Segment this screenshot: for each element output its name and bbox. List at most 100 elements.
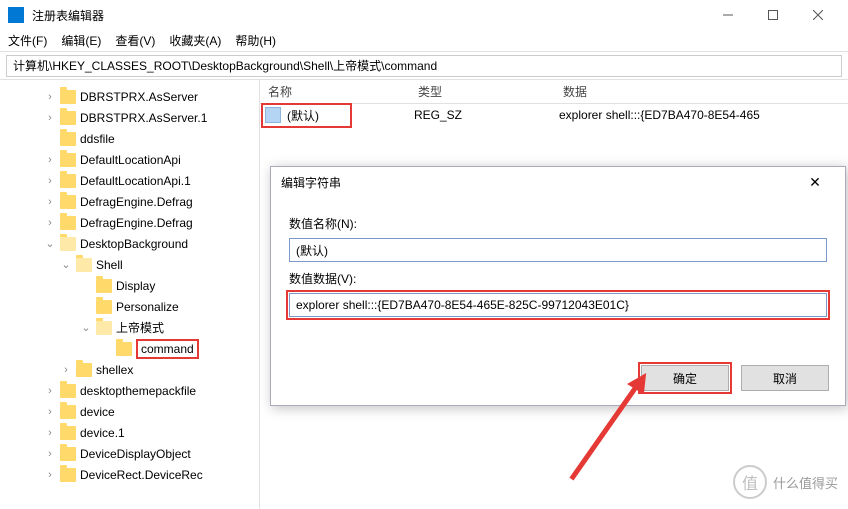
chevron-icon[interactable]: › bbox=[44, 196, 56, 208]
chevron-icon[interactable]: › bbox=[44, 406, 56, 418]
menu-file[interactable]: 文件(F) bbox=[8, 32, 47, 49]
value-type: REG_SZ bbox=[414, 108, 559, 122]
value-data: explorer shell:::{ED7BA470-8E54-465 bbox=[559, 108, 844, 122]
chevron-icon[interactable]: › bbox=[60, 364, 72, 376]
string-value-icon bbox=[265, 107, 281, 123]
watermark: 值 什么值得买 bbox=[733, 465, 838, 499]
folder-icon bbox=[60, 237, 76, 251]
chevron-icon[interactable]: › bbox=[44, 427, 56, 439]
menu-edit[interactable]: 编辑(E) bbox=[61, 32, 101, 49]
chevron-icon[interactable]: › bbox=[44, 154, 56, 166]
chevron-icon[interactable]: › bbox=[44, 448, 56, 460]
folder-icon bbox=[60, 132, 76, 146]
tree-item-label: DefaultLocationApi.1 bbox=[80, 174, 191, 188]
chevron-icon[interactable]: › bbox=[44, 217, 56, 229]
edit-string-dialog: 编辑字符串 ✕ 数值名称(N): 数值数据(V): 确定 取消 bbox=[270, 166, 846, 406]
tree-item-label: DefragEngine.Defrag bbox=[80, 216, 193, 230]
chevron-icon[interactable]: ⌄ bbox=[60, 258, 72, 271]
tree-item[interactable]: › DefragEngine.Defrag bbox=[0, 212, 259, 233]
tree-item-label: DefaultLocationApi bbox=[80, 153, 181, 167]
dialog-close-button[interactable]: ✕ bbox=[795, 174, 835, 191]
tree-item[interactable]: › DeviceRect.DeviceRec bbox=[0, 464, 259, 485]
folder-icon bbox=[60, 468, 76, 482]
value-name-input[interactable] bbox=[289, 238, 827, 262]
tree-item[interactable]: › DBRSTPRX.AsServer bbox=[0, 86, 259, 107]
tree-item[interactable]: ⌄ 上帝模式 bbox=[0, 317, 259, 338]
tree-item[interactable]: ›DefragEngine.Defrag bbox=[0, 191, 259, 212]
tree-item-label: Personalize bbox=[116, 300, 179, 314]
list-row[interactable]: (默认) REG_SZ explorer shell:::{ED7BA470-8… bbox=[260, 104, 848, 126]
watermark-icon: 值 bbox=[733, 465, 767, 499]
value-data-input[interactable] bbox=[289, 293, 827, 317]
tree-item-label: DeviceRect.DeviceRec bbox=[80, 468, 203, 482]
tree-item-label: DBRSTPRX.AsServer.1 bbox=[80, 111, 207, 125]
tree-item-label: device.1 bbox=[80, 426, 125, 440]
tree-item[interactable]: › device.1 bbox=[0, 422, 259, 443]
folder-icon bbox=[76, 258, 92, 272]
menu-help[interactable]: 帮助(H) bbox=[235, 32, 276, 49]
folder-icon bbox=[60, 447, 76, 461]
maximize-button[interactable] bbox=[750, 0, 795, 30]
col-header-name[interactable]: 名称 bbox=[260, 83, 410, 100]
app-icon bbox=[8, 7, 24, 23]
folder-icon bbox=[116, 342, 132, 356]
tree-item[interactable]: › DeviceDisplayObject bbox=[0, 443, 259, 464]
col-header-type[interactable]: 类型 bbox=[410, 83, 555, 100]
tree-item-label: command bbox=[136, 339, 199, 359]
folder-icon bbox=[60, 384, 76, 398]
folder-icon bbox=[60, 426, 76, 440]
tree-item[interactable]: › shellex bbox=[0, 359, 259, 380]
window-controls bbox=[705, 0, 840, 30]
chevron-icon[interactable]: › bbox=[44, 469, 56, 481]
menu-favorites[interactable]: 收藏夹(A) bbox=[169, 32, 221, 49]
tree-item[interactable]: › DefaultLocationApi bbox=[0, 149, 259, 170]
folder-icon bbox=[60, 216, 76, 230]
address-input[interactable] bbox=[6, 55, 842, 77]
tree-item[interactable]: › desktopthemepackfile bbox=[0, 380, 259, 401]
tree-item[interactable]: ›device bbox=[0, 401, 259, 422]
value-data-label: 数值数据(V): bbox=[289, 270, 827, 287]
tree-item[interactable]: command bbox=[0, 338, 259, 359]
chevron-icon[interactable]: › bbox=[44, 112, 56, 124]
folder-icon bbox=[76, 363, 92, 377]
tree-item-label: Display bbox=[116, 279, 155, 293]
tree-panel[interactable]: › DBRSTPRX.AsServer › DBRSTPRX.AsServer.1 dd… bbox=[0, 80, 260, 509]
chevron-icon[interactable]: › bbox=[44, 175, 56, 187]
minimize-button[interactable] bbox=[705, 0, 750, 30]
tree-item[interactable]: Personalize bbox=[0, 296, 259, 317]
chevron-icon[interactable]: ⌄ bbox=[80, 321, 92, 334]
tree-item-label: desktopthemepackfile bbox=[80, 384, 196, 398]
folder-icon bbox=[96, 300, 112, 314]
list-header: 名称 类型 数据 bbox=[260, 80, 848, 104]
col-header-data[interactable]: 数据 bbox=[555, 83, 848, 100]
tree-item[interactable]: Display bbox=[0, 275, 259, 296]
tree-item[interactable]: › DefaultLocationApi.1 bbox=[0, 170, 259, 191]
tree-item[interactable]: › DBRSTPRX.AsServer.1 bbox=[0, 107, 259, 128]
tree-item[interactable]: ddsfile bbox=[0, 128, 259, 149]
window-title: 注册表编辑器 bbox=[32, 7, 705, 24]
folder-icon bbox=[96, 321, 112, 335]
tree-item-label: 上帝模式 bbox=[116, 319, 164, 336]
tree-item-label: ddsfile bbox=[80, 132, 115, 146]
value-name-label: 数值名称(N): bbox=[289, 215, 827, 232]
folder-icon bbox=[96, 279, 112, 293]
folder-icon bbox=[60, 195, 76, 209]
tree-item[interactable]: ⌄ Shell bbox=[0, 254, 259, 275]
folder-icon bbox=[60, 405, 76, 419]
tree-item-label: DBRSTPRX.AsServer bbox=[80, 90, 198, 104]
tree-item-label: shellex bbox=[96, 363, 133, 377]
tree-item-label: Shell bbox=[96, 258, 123, 272]
folder-icon bbox=[60, 90, 76, 104]
tree-item[interactable]: ⌄DesktopBackground bbox=[0, 233, 259, 254]
menu-view[interactable]: 查看(V) bbox=[115, 32, 155, 49]
tree-item-label: DeviceDisplayObject bbox=[80, 447, 191, 461]
addressbar bbox=[0, 52, 848, 80]
chevron-icon[interactable]: ⌄ bbox=[44, 237, 56, 250]
close-button[interactable] bbox=[795, 0, 840, 30]
cancel-button[interactable]: 取消 bbox=[741, 365, 829, 391]
folder-icon bbox=[60, 153, 76, 167]
dialog-title: 编辑字符串 bbox=[281, 174, 795, 191]
chevron-icon[interactable]: › bbox=[44, 385, 56, 397]
chevron-icon[interactable]: › bbox=[44, 91, 56, 103]
watermark-text: 什么值得买 bbox=[773, 473, 838, 492]
